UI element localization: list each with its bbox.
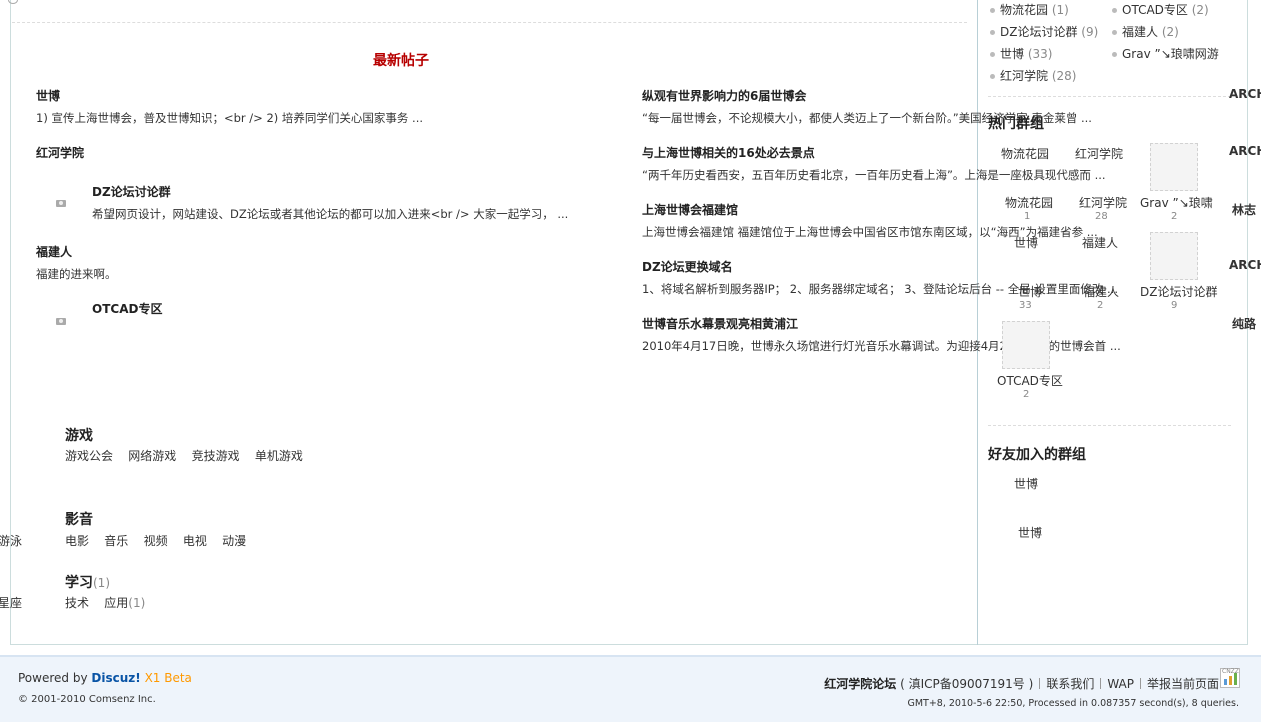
- clipped-text: 游泳: [0, 534, 23, 548]
- post-title[interactable]: 纵观有世界影响力的6届世博会: [642, 87, 806, 104]
- version-label: X1 Beta: [144, 671, 192, 685]
- site-name-link[interactable]: 红河学院论坛: [824, 677, 896, 691]
- camera-icon: [56, 318, 66, 325]
- post-summary: 1) 宣传上海世博会，普及世博知识；<br /> 2) 培养同学们关心国家事务 …: [36, 111, 424, 125]
- clipped-text: ARCH: [1229, 144, 1261, 158]
- category-link[interactable]: 电影: [65, 534, 89, 548]
- category-links: 技术 应用(1): [65, 594, 145, 611]
- divider: [988, 425, 1231, 426]
- footer-links: 红河学院论坛 ( 滇ICP备09007191号 ) 联系我们 WAP 举报当前页面: [824, 675, 1219, 692]
- powered-by: Powered by Discuz! X1 Beta: [18, 671, 192, 685]
- category-links: 游戏公会 网络游戏 竞技游戏 单机游戏: [65, 447, 303, 464]
- group-list-item: DZ论坛讨论群 (9): [990, 23, 1098, 40]
- hot-group-count: 9: [1171, 300, 1178, 311]
- post-summary: 1、将域名解析到服务器IP； 2、服务器绑定域名； 3、登陆论坛后台 -- 全局…: [642, 282, 1118, 296]
- group-thumbnail[interactable]: [1150, 232, 1198, 280]
- group-list-item: 福建人 (2): [1112, 23, 1179, 40]
- category-title[interactable]: 学习: [65, 575, 93, 591]
- camera-icon: [56, 200, 66, 207]
- separator: [1039, 678, 1041, 689]
- post-title[interactable]: 世博: [36, 87, 60, 104]
- category-links: 电影 音乐 视频 电视 动漫: [65, 532, 246, 549]
- post-summary: 希望网页设计，网站建设、DZ论坛或者其他论坛的都可以加入进来<br /> 大家一…: [92, 207, 569, 221]
- hot-group-count: 2: [1023, 389, 1030, 400]
- hot-group-name[interactable]: 世博: [1014, 234, 1038, 251]
- stats-chart-icon[interactable]: CNZZ: [1220, 668, 1240, 688]
- copyright: © 2001-2010 Comsenz Inc.: [18, 694, 156, 705]
- group-thumbnail[interactable]: [1002, 321, 1050, 369]
- processing-stats: GMT+8, 2010-5-6 22:50, Processed in 0.08…: [907, 698, 1239, 709]
- discuz-link[interactable]: Discuz!: [91, 671, 140, 685]
- separator: [1100, 678, 1102, 689]
- section-title-latest-posts: 最新帖子: [373, 53, 429, 69]
- hot-group-name[interactable]: 福建人: [1082, 234, 1118, 251]
- hot-group-name[interactable]: 物流花园: [1005, 194, 1053, 211]
- clipped-text: 纯路: [1232, 317, 1257, 331]
- friend-group-name[interactable]: 世博: [1018, 524, 1042, 541]
- hot-group-name[interactable]: 世博: [1018, 283, 1042, 300]
- category-link[interactable]: 电视: [183, 534, 207, 548]
- category-link-count: (1): [128, 596, 146, 610]
- category-link[interactable]: 游戏公会: [65, 449, 113, 463]
- post-title[interactable]: OTCAD专区: [92, 300, 162, 317]
- hot-group-count: 28: [1095, 211, 1108, 222]
- group-list-item: 物流花园 (1): [990, 1, 1069, 18]
- post-title[interactable]: DZ论坛更换域名: [642, 258, 733, 275]
- icp-link[interactable]: ( 滇ICP备09007191号 ): [900, 677, 1033, 691]
- divider: [12, 22, 967, 23]
- category-link[interactable]: 音乐: [104, 534, 128, 548]
- group-list-item: Grav ”↘琅啸网游: [1112, 45, 1219, 62]
- group-thumbnail[interactable]: [1150, 143, 1198, 191]
- hot-group-name[interactable]: 物流花园: [1001, 145, 1049, 162]
- post-summary: 福建的进来啊。: [36, 267, 117, 281]
- hot-group-name[interactable]: 福建人: [1083, 283, 1119, 300]
- sidebar-divider: [977, 0, 978, 645]
- report-link[interactable]: 举报当前页面: [1147, 677, 1219, 691]
- category-title[interactable]: 游戏: [65, 425, 93, 445]
- hot-groups-title: 热门群组: [988, 116, 1044, 132]
- post-title[interactable]: 与上海世博相关的16处必去景点: [642, 144, 815, 161]
- separator: [1139, 678, 1141, 689]
- category-link[interactable]: 动漫: [222, 534, 246, 548]
- post-summary: “两千年历史看西安，五百年历史看北京，一百年历史看上海”。上海是一座极具现代感而…: [642, 168, 1106, 182]
- category-link[interactable]: 视频: [144, 534, 168, 548]
- clipped-text: 星座: [0, 596, 23, 610]
- clipped-text: 林志: [1232, 203, 1257, 217]
- post-title[interactable]: 世博音乐水幕景观亮相黄浦江: [642, 315, 798, 332]
- friends-groups-title: 好友加入的群组: [988, 447, 1086, 463]
- hot-group-count: 2: [1097, 300, 1104, 311]
- category-count: (1): [93, 576, 110, 590]
- post-title[interactable]: 上海世博会福建馆: [642, 201, 738, 218]
- hot-group-count: 2: [1171, 211, 1178, 222]
- group-list-item: OTCAD专区 (2): [1112, 1, 1209, 18]
- category-link[interactable]: 单机游戏: [255, 449, 303, 463]
- post-title[interactable]: 福建人: [36, 243, 72, 260]
- category-link[interactable]: 应用: [104, 596, 128, 610]
- category-title[interactable]: 影音: [65, 509, 93, 529]
- hot-group-name[interactable]: DZ论坛讨论群: [1140, 283, 1217, 300]
- category-link[interactable]: 竞技游戏: [192, 449, 240, 463]
- hot-group-count: 1: [1024, 211, 1031, 222]
- contact-link[interactable]: 联系我们: [1046, 677, 1094, 691]
- category-link[interactable]: 网络游戏: [128, 449, 176, 463]
- clipped-text: ARCH: [1229, 258, 1261, 272]
- hot-group-count: 33: [1019, 300, 1032, 311]
- group-list-item: 世博 (33): [990, 45, 1052, 62]
- post-title[interactable]: 红河学院: [36, 144, 84, 161]
- hot-group-name[interactable]: 红河学院: [1075, 145, 1123, 162]
- hot-group-name[interactable]: OTCAD专区: [997, 372, 1063, 389]
- hot-group-name[interactable]: Grav ”↘琅啸: [1140, 194, 1213, 211]
- hot-group-name[interactable]: 红河学院: [1079, 194, 1127, 211]
- friend-group-name[interactable]: 世博: [1014, 475, 1038, 492]
- category-link[interactable]: 技术: [65, 596, 89, 610]
- wap-link[interactable]: WAP: [1107, 677, 1134, 691]
- clipped-text: ARCH: [1229, 87, 1261, 101]
- divider: [988, 96, 1231, 97]
- post-title[interactable]: DZ论坛讨论群: [92, 183, 171, 200]
- category-heading: 学习(1): [65, 572, 110, 592]
- group-list-item: 红河学院 (28): [990, 67, 1076, 84]
- footer: Powered by Discuz! X1 Beta © 2001-2010 C…: [0, 655, 1261, 722]
